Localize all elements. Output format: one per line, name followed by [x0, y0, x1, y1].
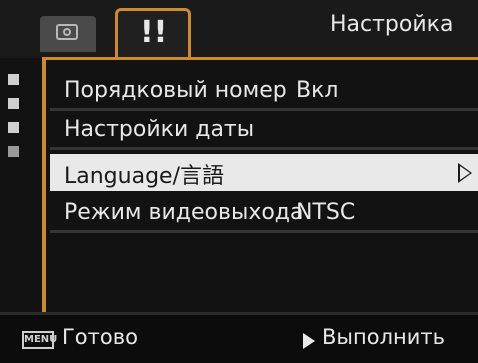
menu-item-label: Порядковый номер — [64, 78, 287, 103]
page-dot — [8, 74, 19, 85]
menu-button-icon: MENU — [22, 331, 57, 349]
menu-item-label: Режим видеовыхода — [64, 200, 304, 225]
page-dot — [8, 98, 19, 109]
page-title: Настройка — [330, 12, 454, 37]
menu-item-label: Настройки даты — [64, 117, 255, 142]
setup-tools-icon: !! — [140, 15, 168, 50]
page-dot-active — [8, 146, 19, 157]
play-icon — [303, 333, 315, 349]
button-guide-bar: MENU Готово Выполнить — [0, 312, 478, 363]
menu-item-label: Language/言語 — [64, 164, 224, 189]
menu-item-video-out[interactable]: Режим видеовыхода NTSC — [50, 196, 478, 233]
camera-menu-screen: !! Настройка Порядковый номер Вкл Настро… — [0, 0, 478, 363]
menu-item-value: NTSC — [296, 200, 356, 225]
tab-shooting[interactable] — [40, 16, 96, 52]
page-indicator — [8, 74, 20, 170]
done-label: Готово — [62, 325, 138, 349]
menu-item-serial-number[interactable]: Порядковый номер Вкл — [50, 74, 478, 111]
page-dot — [8, 122, 19, 133]
menu-item-value: Вкл — [296, 78, 339, 103]
submenu-arrow-icon — [458, 163, 472, 183]
menu-item-date-settings[interactable]: Настройки даты — [50, 113, 478, 150]
tab-bar: !! Настройка — [0, 0, 478, 58]
tab-setup[interactable]: !! — [115, 8, 191, 58]
execute-label: Выполнить — [322, 325, 445, 349]
menu-item-language[interactable]: Language/言語 — [50, 154, 478, 191]
camera-icon — [56, 24, 78, 40]
